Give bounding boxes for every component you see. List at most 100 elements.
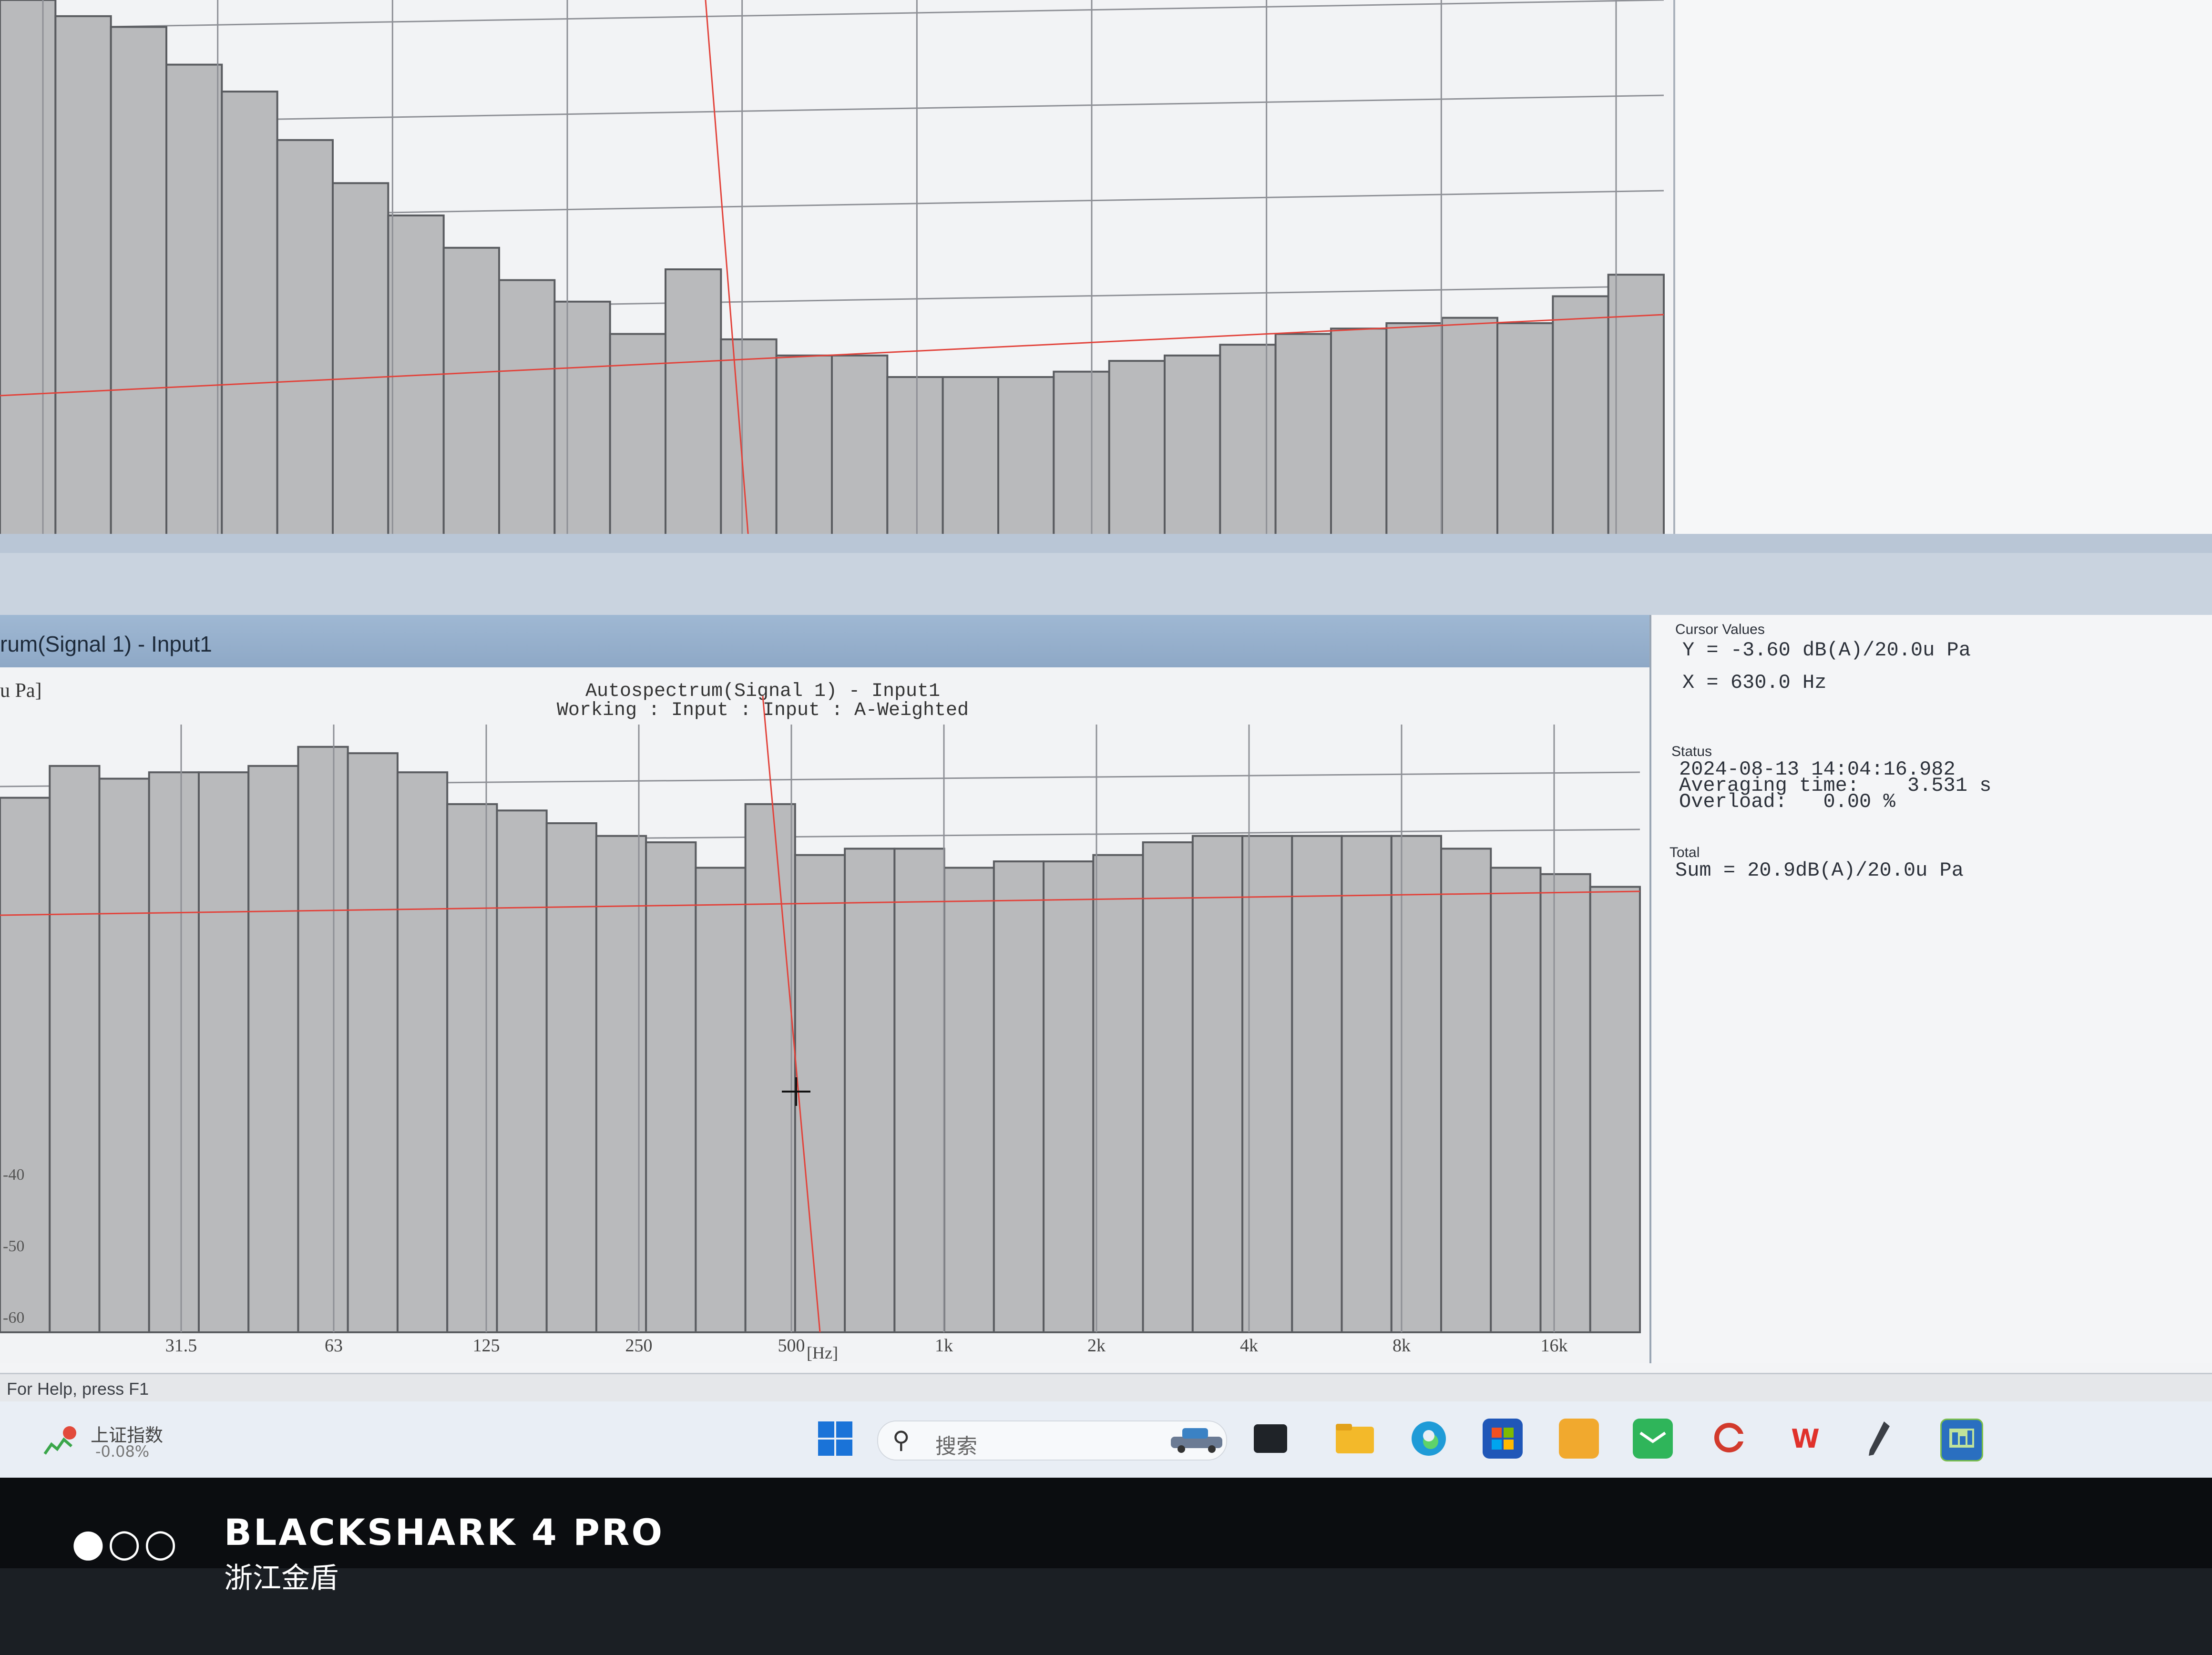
spectrum-bar: [1390, 835, 1443, 1334]
car-app-icon[interactable]: [1168, 1419, 1225, 1459]
top-spectrum-bar: [1274, 333, 1332, 540]
cursor-y-value: Y = -3.60 dB(A)/20.0u Pa: [1682, 639, 1971, 662]
spectrum-bar: [943, 867, 995, 1333]
pen-app-icon[interactable]: [1859, 1419, 1899, 1459]
top-spectrum-bar: [221, 91, 278, 540]
watermark-brand: BLACKSHARK 4 PRO: [224, 1511, 665, 1553]
sum-value: Sum = 20.9dB(A)/20.0u Pa: [1675, 859, 1964, 882]
spectrum-bar: [645, 841, 697, 1333]
top-spectrum-bar: [1164, 354, 1221, 540]
taskbar: 上证指数 -0.08% ⚲ 搜索 W: [0, 1401, 2212, 1478]
window-title: rum(Signal 1) - Input1: [0, 632, 212, 656]
stock-change: -0.08%: [95, 1442, 150, 1461]
spectrum-bar: [1589, 886, 1641, 1333]
spectrum-bar: [695, 867, 747, 1333]
y-tick-label: -40: [3, 1166, 24, 1184]
x-tick-label: 31.5: [165, 1336, 197, 1356]
spectrum-bar: [148, 771, 200, 1334]
top-spectrum-bar: [997, 376, 1055, 540]
y-tick-label: -60: [3, 1309, 24, 1327]
y-unit-label: u Pa]: [0, 680, 42, 702]
x-tick-label: 4k: [1240, 1336, 1258, 1356]
spectrum-bar: [396, 771, 449, 1334]
top-spectrum-bar: [165, 63, 223, 540]
top-grid-hline: [0, 0, 1664, 30]
file-manager-icon[interactable]: [1254, 1424, 1287, 1453]
x-tick-label: 16k: [1541, 1336, 1568, 1356]
search-placeholder: 搜索: [935, 1434, 977, 1459]
bottom-window-titlebar[interactable]: rum(Signal 1) - Input1: [0, 615, 1669, 667]
x-tick-label: 8k: [1393, 1336, 1411, 1356]
top-spectrum-bar: [775, 354, 833, 540]
help-text: For Help, press F1: [7, 1379, 149, 1399]
spectrum-bar: [1539, 873, 1591, 1333]
capcut-icon[interactable]: [1709, 1419, 1749, 1459]
spectrum-bar: [49, 765, 101, 1334]
top-spectrum-bar: [1108, 360, 1166, 540]
top-spectrum-bar: [1441, 317, 1499, 540]
y-tick-label: -50: [3, 1237, 24, 1255]
top-spectrum-bar: [665, 268, 722, 540]
top-spectrum-bar: [1330, 327, 1388, 540]
spectrum-bar: [1440, 848, 1492, 1333]
cursor-values-header: Cursor Values: [1675, 622, 1765, 637]
autospectrum-chart[interactable]: Autospectrum(Signal 1) - Input1Working :…: [0, 667, 1649, 1363]
total-header: Total: [1669, 845, 1700, 860]
spectrum-bar: [794, 854, 846, 1333]
x-tick-label: 250: [625, 1336, 653, 1356]
top-spectrum-bar: [276, 139, 334, 540]
monitor-screen: 31.5631252505001k2k4k8k16k[Hz] rum(Signa…: [0, 0, 2212, 1478]
spectrum-bar: [1191, 835, 1244, 1334]
spectrum-bar: [744, 803, 796, 1334]
cursor-x-value: X = 630.0 Hz: [1682, 671, 1827, 694]
folder-icon[interactable]: [1335, 1419, 1375, 1459]
top-spectrum-bar: [0, 0, 57, 540]
x-tick-label: 500: [778, 1336, 805, 1356]
x-tick-label: 1k: [935, 1336, 953, 1356]
stock-widget[interactable]: 上证指数 -0.08%: [43, 1420, 195, 1463]
top-spectrum-bar: [1496, 322, 1554, 540]
edge-browser-icon[interactable]: [1409, 1419, 1449, 1459]
spectrum-bar: [446, 803, 498, 1334]
top-spectrum-bar: [54, 15, 112, 540]
x-tick-label: 2k: [1087, 1336, 1106, 1356]
wps-icon[interactable]: W: [1785, 1419, 1825, 1459]
top-spectrum-bar: [942, 376, 999, 540]
windows-start-icon[interactable]: [815, 1419, 855, 1459]
x-axis-label: [Hz]: [807, 1343, 838, 1362]
top-spectrum-bar: [553, 300, 611, 540]
spectrum-bar: [297, 746, 349, 1333]
top-spectrum-bar: [1219, 344, 1277, 540]
spectrum-bar: [993, 860, 1045, 1334]
autospectrum-panel[interactable]: Autospectrum(Signal 1) - Input1 Working :…: [0, 667, 1649, 1363]
top-spectrum-panel[interactable]: 31.5631252505001k2k4k8k16k[Hz]: [0, 0, 1673, 562]
spectrum-bar: [1092, 854, 1144, 1333]
top-spectrum-bar: [442, 246, 501, 540]
overload-value: Overload: 0.00 %: [1679, 790, 1895, 813]
store-icon[interactable]: [1483, 1419, 1523, 1459]
status-header: Status: [1671, 744, 1712, 759]
spectrum-bar: [893, 848, 945, 1333]
green-app-icon[interactable]: [1633, 1419, 1673, 1459]
spectrum-bar: [1341, 835, 1393, 1334]
spectrum-bar: [1291, 835, 1343, 1334]
top-spectrum-bar: [831, 354, 889, 540]
x-tick-label: 125: [473, 1336, 500, 1356]
spectrum-bar: [1043, 860, 1095, 1334]
top-spectrum-bar: [720, 338, 778, 540]
top-spectrum-bar: [1053, 370, 1110, 540]
top-spectrum-bar: [332, 182, 389, 540]
spectrum-bar: [347, 752, 399, 1333]
top-spectrum-bar: [387, 215, 445, 540]
status-bar: For Help, press F1: [0, 1373, 2212, 1403]
spectrum-bar: [1490, 867, 1542, 1333]
monitor-app-icon[interactable]: [1940, 1419, 1983, 1461]
top-spectrum-bar: [886, 376, 944, 540]
stock-chart-icon: [43, 1426, 76, 1455]
top-spectrum-chart[interactable]: 31.5631252505001k2k4k8k16k[Hz]: [0, 0, 1673, 562]
x-tick-label: 63: [325, 1336, 343, 1356]
spectrum-bar: [98, 777, 150, 1333]
yellow-app-icon[interactable]: [1559, 1419, 1599, 1459]
top-side-panel: [1673, 0, 2212, 534]
spectrum-bar: [197, 771, 250, 1334]
